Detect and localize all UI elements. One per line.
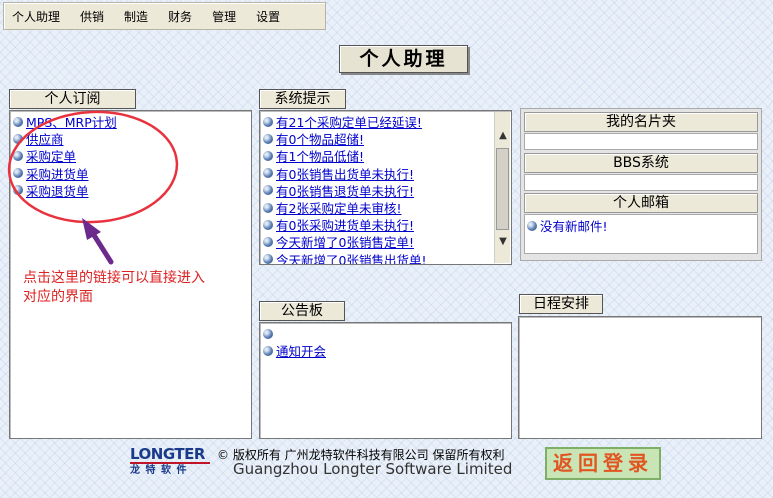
bullet-icon: [263, 236, 273, 247]
tip-link[interactable]: 今天新增了0张销售定单!: [276, 232, 414, 251]
annotation-line-2: 对应的界面: [23, 289, 93, 305]
menu-supply-sales[interactable]: 供销: [80, 8, 104, 25]
menu-settings[interactable]: 设置: [256, 8, 280, 25]
schedule-title: 日程安排: [519, 294, 603, 314]
link-purchase-return[interactable]: 采购退货单: [26, 181, 89, 200]
list-item: 采购定单: [13, 147, 251, 164]
bullet-icon: [263, 202, 273, 213]
schedule-panel: [518, 316, 762, 439]
bullet-icon: [263, 168, 273, 179]
card-folder-body: [524, 133, 758, 150]
company-english-name: Guangzhou Longter Software Limited: [233, 460, 513, 478]
tip-link[interactable]: 有1个物品低储!: [276, 146, 364, 165]
tip-link[interactable]: 今天新增了0张销售出货单!: [276, 250, 426, 264]
list-item: 供应商: [13, 130, 251, 147]
bbs-title[interactable]: BBS系统: [524, 153, 758, 173]
return-login-button[interactable]: 返回登录: [545, 447, 661, 480]
menu-manufacturing[interactable]: 制造: [124, 8, 148, 25]
bullet-icon: [13, 168, 23, 179]
list-item: 有0个物品超储!: [263, 130, 511, 147]
longter-logo: LONGTER 龙 特 软 件: [130, 446, 210, 478]
bulletin-title: 公告板: [259, 301, 345, 321]
list-item: 今天新增了0张销售定单!: [263, 233, 511, 250]
list-item: 有21个采购定单已经延误!: [263, 113, 511, 130]
bullet-icon: [263, 345, 273, 356]
list-item: 采购进货单: [13, 165, 251, 182]
bullet-icon: [263, 150, 273, 161]
bullet-icon: [263, 185, 273, 196]
bullet-icon: [13, 133, 23, 144]
subscriptions-title: 个人订阅: [9, 89, 136, 109]
menu-management[interactable]: 管理: [212, 8, 236, 25]
right-info-box: 我的名片夹 BBS系统 个人邮箱 没有新邮件!: [520, 108, 762, 261]
tip-link[interactable]: 有0张销售退货单未执行!: [276, 181, 414, 200]
list-item: MPS、MRP计划: [13, 113, 251, 130]
bullet-icon: [263, 328, 273, 339]
logo-subtext: 龙 特 软 件: [130, 465, 188, 476]
tip-link[interactable]: 有0张采购进货单未执行!: [276, 215, 414, 234]
bullet-icon: [527, 220, 537, 231]
bbs-body: [524, 174, 758, 191]
bulletin-link-meeting[interactable]: 通知开会: [276, 341, 326, 360]
bullet-icon: [13, 150, 23, 161]
list-item: [263, 325, 511, 342]
bullet-icon: [13, 116, 23, 127]
tip-link[interactable]: 有0张销售出货单未执行!: [276, 164, 414, 183]
link-mps-mrp[interactable]: MPS、MRP计划: [26, 112, 117, 131]
list-item: 有0张采购进货单未执行!: [263, 216, 511, 233]
system-tips-title: 系统提示: [259, 89, 346, 109]
list-item: 有2张采购定单未审核!: [263, 199, 511, 216]
link-purchase-order[interactable]: 采购定单: [26, 146, 76, 165]
list-item: 有0张销售退货单未执行!: [263, 182, 511, 199]
menu-finance[interactable]: 财务: [168, 8, 192, 25]
list-item: 今天新增了0张销售出货单!: [263, 250, 511, 264]
card-folder-title[interactable]: 我的名片夹: [524, 112, 758, 132]
system-tips-scrollbar[interactable]: ▲ ▼: [494, 112, 510, 263]
mailbox-body: 没有新邮件!: [524, 214, 758, 254]
mailbox-title[interactable]: 个人邮箱: [524, 193, 758, 213]
bulletin-panel: 通知开会: [259, 322, 512, 439]
scroll-up-icon[interactable]: ▲: [495, 128, 511, 144]
bullet-icon: [263, 116, 273, 127]
tip-link[interactable]: 有0个物品超储!: [276, 129, 364, 148]
mail-status: 没有新邮件!: [540, 219, 608, 234]
list-item: 有0张销售出货单未执行!: [263, 165, 511, 182]
list-item: 有1个物品低储!: [263, 147, 511, 164]
annotation-line-1: 点击这里的链接可以直接进入: [23, 270, 205, 286]
tip-link[interactable]: 有21个采购定单已经延误!: [276, 112, 422, 131]
system-tips-panel: 有21个采购定单已经延误! 有0个物品超储! 有1个物品低储! 有0张销售出货单…: [259, 110, 512, 265]
scroll-down-icon[interactable]: ▼: [495, 234, 511, 250]
tip-link[interactable]: 有2张采购定单未审核!: [276, 198, 401, 217]
bullet-icon: [263, 254, 273, 264]
scroll-thumb[interactable]: [496, 148, 509, 230]
bullet-icon: [13, 185, 23, 196]
list-item: 通知开会: [263, 342, 511, 359]
bullet-icon: [263, 219, 273, 230]
top-menu-bar: 个人助理 供销 制造 财务 管理 设置: [3, 2, 326, 30]
menu-personal-assistant[interactable]: 个人助理: [12, 8, 60, 25]
logo-wordmark: LONGTER: [130, 446, 210, 464]
annotation-text: 点击这里的链接可以直接进入 对应的界面: [23, 269, 205, 307]
page-title: 个人助理: [339, 45, 468, 73]
bullet-icon: [263, 133, 273, 144]
link-purchase-receipt[interactable]: 采购进货单: [26, 164, 89, 183]
list-item: 采购退货单: [13, 182, 251, 199]
link-supplier[interactable]: 供应商: [26, 129, 64, 148]
